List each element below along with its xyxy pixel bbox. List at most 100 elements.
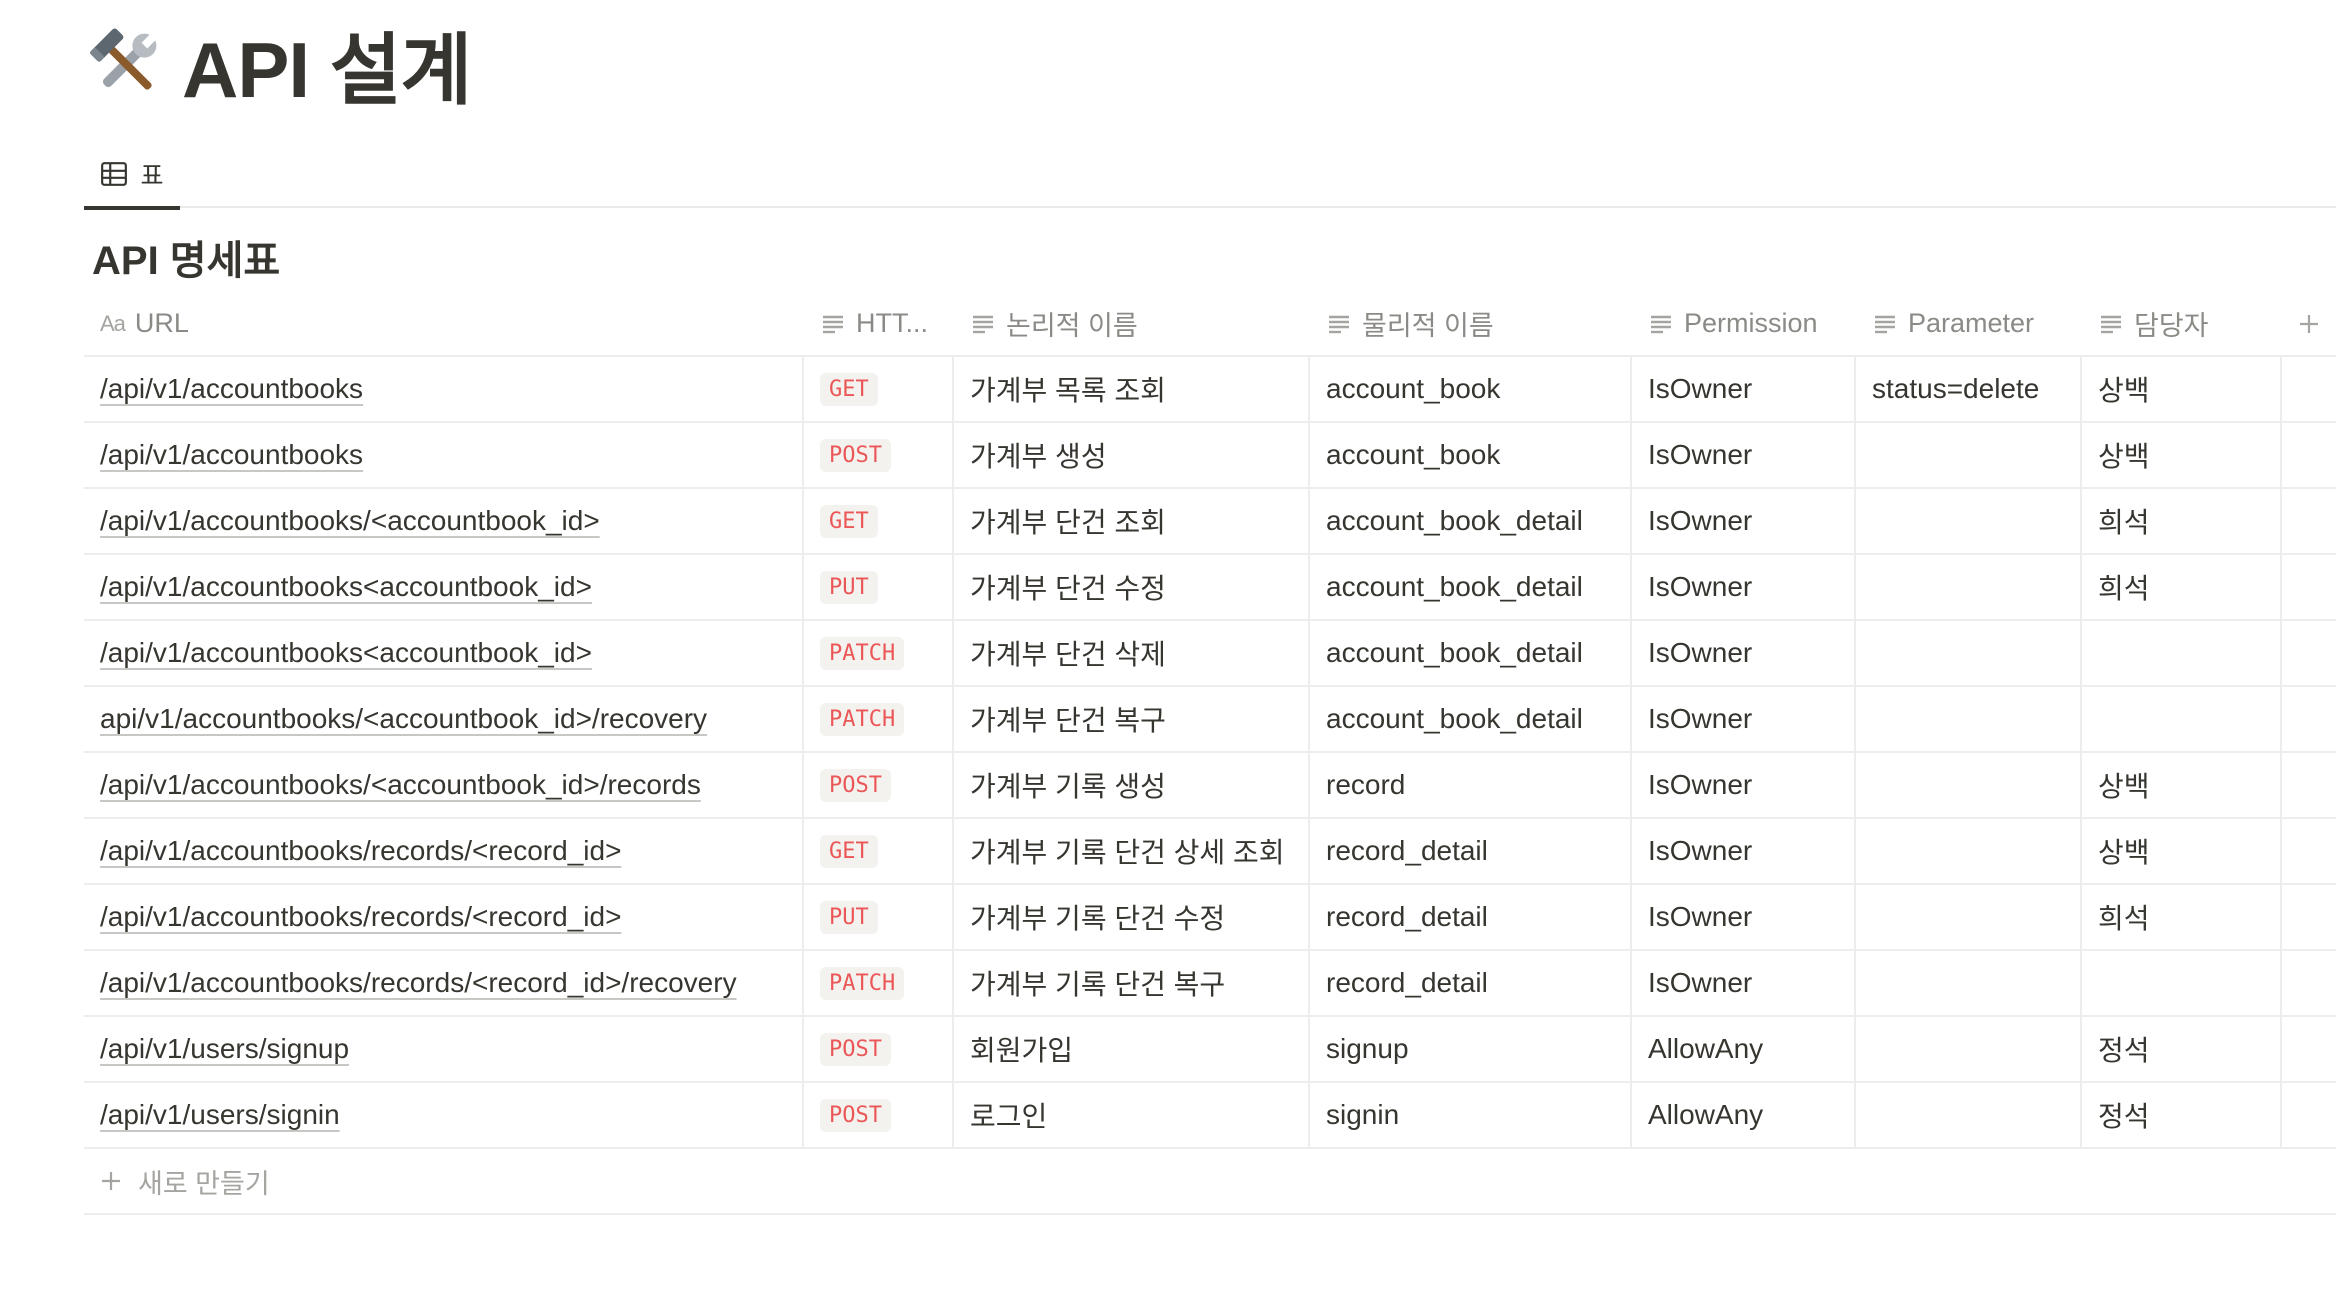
- table-row[interactable]: /api/v1/accountbooks<accountbook_id> PATC…: [84, 621, 2336, 687]
- cell-permission[interactable]: IsOwner: [1632, 687, 1856, 751]
- cell-parameter[interactable]: [1856, 1017, 2082, 1081]
- cell-logical-name[interactable]: 가계부 단건 삭제: [954, 621, 1310, 685]
- cell-url[interactable]: api/v1/accountbooks/<accountbook_id>/rec…: [84, 687, 804, 751]
- cell-permission[interactable]: IsOwner: [1632, 357, 1856, 421]
- column-header-logical-name[interactable]: 논리적 이름: [954, 292, 1310, 355]
- cell-url[interactable]: /api/v1/users/signin: [84, 1083, 804, 1147]
- table-row[interactable]: /api/v1/accountbooks GET 가계부 목록 조회 account_…: [84, 357, 2336, 423]
- cell-owner[interactable]: 희석: [2082, 555, 2282, 619]
- table-row[interactable]: /api/v1/users/signup POST 회원가입 signup AllowA…: [84, 1017, 2336, 1083]
- cell-permission[interactable]: IsOwner: [1632, 753, 1856, 817]
- new-row-button[interactable]: 새로 만들기: [84, 1149, 2336, 1215]
- cell-parameter[interactable]: [1856, 621, 2082, 685]
- cell-logical-name[interactable]: 회원가입: [954, 1017, 1310, 1081]
- cell-http-method[interactable]: POST: [804, 1017, 954, 1081]
- table-row[interactable]: /api/v1/accountbooks/<accountbook_id>/re…: [84, 753, 2336, 819]
- cell-parameter[interactable]: [1856, 687, 2082, 751]
- add-property-button[interactable]: [2282, 292, 2336, 355]
- column-header-parameter[interactable]: Parameter: [1856, 292, 2082, 355]
- cell-physical-name[interactable]: record_detail: [1310, 819, 1632, 883]
- cell-http-method[interactable]: PATCH: [804, 621, 954, 685]
- cell-logical-name[interactable]: 가계부 기록 생성: [954, 753, 1310, 817]
- database-title[interactable]: API 명세표: [92, 228, 280, 286]
- cell-http-method[interactable]: POST: [804, 753, 954, 817]
- cell-url[interactable]: /api/v1/accountbooks/<accountbook_id>/re…: [84, 753, 804, 817]
- cell-physical-name[interactable]: account_book: [1310, 357, 1632, 421]
- tab-table-view[interactable]: 표: [84, 140, 180, 210]
- cell-owner[interactable]: 상백: [2082, 357, 2282, 421]
- cell-owner[interactable]: 정석: [2082, 1083, 2282, 1147]
- table-row[interactable]: /api/v1/accountbooks POST 가계부 생성 account_bo…: [84, 423, 2336, 489]
- cell-url[interactable]: /api/v1/accountbooks: [84, 423, 804, 487]
- cell-url[interactable]: /api/v1/accountbooks/records/<record_id>: [84, 885, 804, 949]
- cell-logical-name[interactable]: 가계부 기록 단건 상세 조회: [954, 819, 1310, 883]
- cell-permission[interactable]: IsOwner: [1632, 555, 1856, 619]
- cell-physical-name[interactable]: account_book: [1310, 423, 1632, 487]
- cell-owner[interactable]: 상백: [2082, 819, 2282, 883]
- cell-physical-name[interactable]: account_book_detail: [1310, 489, 1632, 553]
- cell-url[interactable]: /api/v1/accountbooks/records/<record_id>…: [84, 951, 804, 1015]
- cell-owner[interactable]: 정석: [2082, 1017, 2282, 1081]
- cell-permission[interactable]: AllowAny: [1632, 1083, 1856, 1147]
- column-header-permission[interactable]: Permission: [1632, 292, 1856, 355]
- table-row[interactable]: /api/v1/accountbooks/records/<record_id>…: [84, 885, 2336, 951]
- cell-physical-name[interactable]: record_detail: [1310, 951, 1632, 1015]
- cell-parameter[interactable]: [1856, 885, 2082, 949]
- cell-physical-name[interactable]: account_book_detail: [1310, 555, 1632, 619]
- cell-owner[interactable]: [2082, 621, 2282, 685]
- cell-permission[interactable]: IsOwner: [1632, 951, 1856, 1015]
- cell-logical-name[interactable]: 가계부 생성: [954, 423, 1310, 487]
- cell-logical-name[interactable]: 가계부 단건 조회: [954, 489, 1310, 553]
- cell-physical-name[interactable]: record: [1310, 753, 1632, 817]
- cell-parameter[interactable]: [1856, 489, 2082, 553]
- cell-owner[interactable]: [2082, 951, 2282, 1015]
- cell-permission[interactable]: IsOwner: [1632, 489, 1856, 553]
- cell-url[interactable]: /api/v1/accountbooks<accountbook_id>: [84, 621, 804, 685]
- cell-physical-name[interactable]: record_detail: [1310, 885, 1632, 949]
- column-header-url[interactable]: Aa URL: [84, 292, 804, 355]
- cell-parameter[interactable]: [1856, 819, 2082, 883]
- cell-logical-name[interactable]: 가계부 단건 복구: [954, 687, 1310, 751]
- cell-http-method[interactable]: PUT: [804, 885, 954, 949]
- cell-owner[interactable]: 희석: [2082, 885, 2282, 949]
- cell-http-method[interactable]: GET: [804, 819, 954, 883]
- cell-logical-name[interactable]: 가계부 기록 단건 수정: [954, 885, 1310, 949]
- cell-permission[interactable]: AllowAny: [1632, 1017, 1856, 1081]
- table-row[interactable]: /api/v1/accountbooks/<accountbook_id> GET…: [84, 489, 2336, 555]
- cell-url[interactable]: /api/v1/users/signup: [84, 1017, 804, 1081]
- cell-permission[interactable]: IsOwner: [1632, 423, 1856, 487]
- cell-parameter[interactable]: [1856, 753, 2082, 817]
- table-row[interactable]: /api/v1/accountbooks/records/<record_id>…: [84, 951, 2336, 1017]
- cell-http-method[interactable]: PATCH: [804, 951, 954, 1015]
- cell-logical-name[interactable]: 로그인: [954, 1083, 1310, 1147]
- cell-url[interactable]: /api/v1/accountbooks<accountbook_id>: [84, 555, 804, 619]
- table-row[interactable]: api/v1/accountbooks/<accountbook_id>/rec…: [84, 687, 2336, 753]
- cell-physical-name[interactable]: signin: [1310, 1083, 1632, 1147]
- cell-physical-name[interactable]: account_book_detail: [1310, 687, 1632, 751]
- cell-logical-name[interactable]: 가계부 단건 수정: [954, 555, 1310, 619]
- cell-http-method[interactable]: POST: [804, 423, 954, 487]
- cell-logical-name[interactable]: 가계부 기록 단건 복구: [954, 951, 1310, 1015]
- cell-parameter[interactable]: [1856, 555, 2082, 619]
- cell-http-method[interactable]: GET: [804, 489, 954, 553]
- cell-parameter[interactable]: status=delete: [1856, 357, 2082, 421]
- table-row[interactable]: /api/v1/users/signin POST 로그인 signin AllowAn…: [84, 1083, 2336, 1149]
- cell-physical-name[interactable]: signup: [1310, 1017, 1632, 1081]
- cell-physical-name[interactable]: account_book_detail: [1310, 621, 1632, 685]
- cell-parameter[interactable]: [1856, 1083, 2082, 1147]
- cell-http-method[interactable]: GET: [804, 357, 954, 421]
- cell-logical-name[interactable]: 가계부 목록 조회: [954, 357, 1310, 421]
- cell-permission[interactable]: IsOwner: [1632, 885, 1856, 949]
- table-row[interactable]: /api/v1/accountbooks<accountbook_id> PUT 가…: [84, 555, 2336, 621]
- cell-http-method[interactable]: POST: [804, 1083, 954, 1147]
- cell-http-method[interactable]: PATCH: [804, 687, 954, 751]
- cell-parameter[interactable]: [1856, 423, 2082, 487]
- column-header-owner[interactable]: 담당자: [2082, 292, 2282, 355]
- cell-permission[interactable]: IsOwner: [1632, 621, 1856, 685]
- cell-permission[interactable]: IsOwner: [1632, 819, 1856, 883]
- cell-http-method[interactable]: PUT: [804, 555, 954, 619]
- cell-owner[interactable]: 상백: [2082, 423, 2282, 487]
- column-header-physical-name[interactable]: 물리적 이름: [1310, 292, 1632, 355]
- cell-owner[interactable]: 상백: [2082, 753, 2282, 817]
- cell-owner[interactable]: 희석: [2082, 489, 2282, 553]
